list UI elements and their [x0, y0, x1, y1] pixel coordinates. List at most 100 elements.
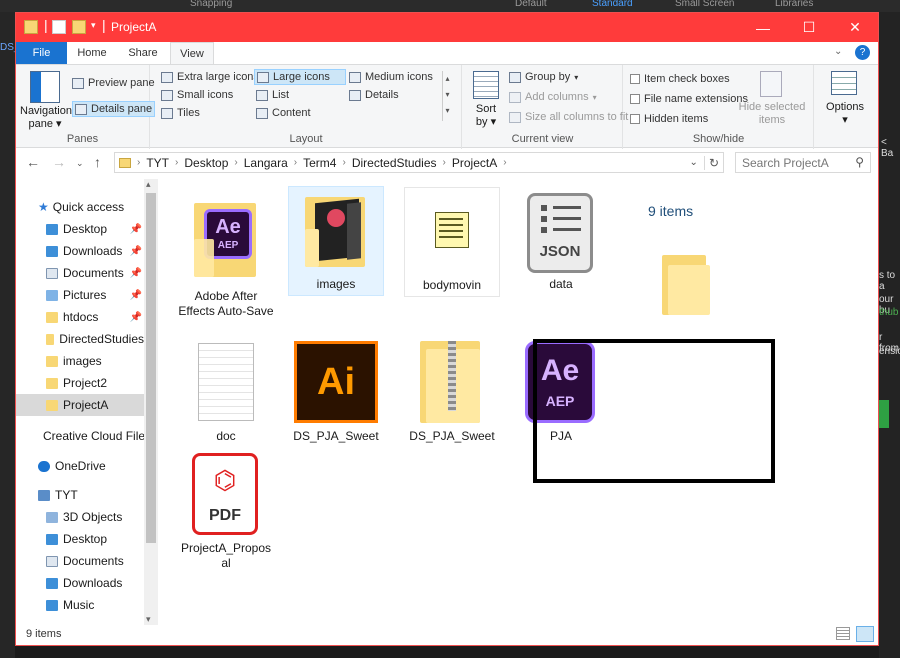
breadcrumb-item[interactable]: DirectedStudies: [352, 156, 437, 170]
maximize-button[interactable]: ☐: [786, 13, 832, 42]
pin-icon[interactable]: 📌: [130, 290, 142, 301]
nav-pc-desktop[interactable]: Desktop: [46, 528, 144, 550]
chevron-right-icon: ›: [175, 157, 179, 168]
nav-scrollbar[interactable]: ▴ ▾: [144, 179, 158, 625]
nav-item-projecta[interactable]: ProjectA: [16, 394, 144, 416]
search-icon: ⚲: [855, 155, 864, 169]
large-icons-view-icon[interactable]: [856, 626, 874, 642]
scroll-up-icon[interactable]: ▴: [146, 179, 151, 190]
file-item[interactable]: DS_PJA_Sweet: [404, 339, 500, 444]
file-item[interactable]: images: [288, 186, 384, 296]
hidden-items-toggle[interactable]: Hidden items: [630, 113, 708, 125]
nav-item-directedstudies[interactable]: DirectedStudies: [46, 328, 144, 350]
file-item[interactable]: JSON data: [513, 187, 609, 292]
pin-icon[interactable]: 📌: [130, 246, 142, 257]
file-extensions-toggle[interactable]: File name extensions: [630, 93, 748, 105]
close-button[interactable]: ✕: [832, 13, 878, 42]
address-dropdown-icon[interactable]: ⌄: [690, 157, 698, 168]
tab-share[interactable]: Share: [118, 42, 168, 64]
sort-by-button[interactable]: Sort by ▾: [469, 103, 503, 129]
forward-icon[interactable]: →: [52, 154, 66, 170]
nav-pc-3d-objects[interactable]: 3D Objects: [46, 506, 144, 528]
help-icon[interactable]: ?: [855, 45, 870, 60]
nav-creative-cloud[interactable]: Creative Cloud Files: [38, 425, 144, 447]
collapse-ribbon-icon[interactable]: ⌄: [834, 46, 842, 57]
tiles-option[interactable]: Tiles: [161, 107, 200, 119]
option-label: Medium icons: [365, 71, 433, 83]
extra-large-icons-option[interactable]: Extra large icons: [161, 71, 259, 83]
breadcrumb-item[interactable]: Desktop: [184, 156, 228, 170]
folder-icon: [46, 355, 58, 367]
computer-icon: [38, 489, 50, 501]
add-columns-button[interactable]: Add columns ▾: [509, 91, 597, 103]
address-bar[interactable]: › TYT › Desktop › Langara › Term4 › Dire…: [114, 152, 724, 173]
file-item[interactable]: doc: [178, 339, 274, 444]
navigation-pane-button[interactable]: Navigation pane ▾: [20, 105, 72, 131]
preview-pane-button[interactable]: Preview pane: [72, 77, 155, 89]
recent-locations-icon[interactable]: ⌄: [76, 158, 84, 169]
file-extensions-checkbox[interactable]: [630, 94, 640, 104]
pin-icon[interactable]: 📌: [130, 224, 142, 235]
pin-icon[interactable]: 📌: [130, 312, 142, 323]
nav-pc-downloads[interactable]: Downloads: [46, 572, 144, 594]
customize-quick-access-icon[interactable]: ▾: [91, 20, 96, 31]
scroll-thumb[interactable]: [146, 193, 156, 543]
nav-item-downloads[interactable]: Downloads 📌: [46, 240, 144, 262]
up-icon[interactable]: ↑: [94, 154, 101, 170]
large-icons-option[interactable]: Large icons: [254, 69, 346, 85]
json-file-icon: JSON: [513, 187, 609, 275]
option-label: Content: [272, 107, 311, 119]
breadcrumb-item[interactable]: Term4: [303, 156, 336, 170]
tab-view[interactable]: View: [170, 42, 214, 64]
new-folder-icon[interactable]: [72, 20, 86, 34]
file-item[interactable]: ⌬ PDF ProjectA_Proposal: [178, 451, 274, 571]
nav-pc-music[interactable]: Music: [46, 594, 144, 616]
nav-this-pc[interactable]: TYT: [38, 484, 144, 506]
small-icons-option[interactable]: Small icons: [161, 89, 233, 101]
title-bar[interactable]: | ▾ | ProjectA — ☐ ✕: [16, 13, 878, 42]
nav-item-htdocs[interactable]: htdocs 📌: [46, 306, 144, 328]
details-pane-icon: [75, 103, 87, 115]
breadcrumb-item[interactable]: TYT: [146, 156, 169, 170]
search-input[interactable]: Search ProjectA ⚲: [735, 152, 871, 173]
refresh-icon[interactable]: ↻: [703, 155, 723, 170]
details-view-icon[interactable]: [836, 627, 850, 640]
medium-icons-option[interactable]: Medium icons: [349, 71, 433, 83]
scroll-down-icon[interactable]: ▾: [146, 614, 151, 625]
add-columns-icon: [509, 91, 521, 103]
hide-selected-button[interactable]: Hide selected items: [736, 101, 808, 127]
file-item[interactable]: bodymovin: [404, 187, 500, 297]
file-item[interactable]: Ai DS_PJA_Sweet: [288, 339, 384, 444]
details-option[interactable]: Details: [349, 89, 399, 101]
item-checkboxes-toggle[interactable]: Item check boxes: [630, 73, 730, 85]
group-by-button[interactable]: Group by ▾: [509, 71, 578, 83]
tab-home[interactable]: Home: [68, 42, 116, 64]
nav-item-documents[interactable]: Documents 📌: [46, 262, 144, 284]
breadcrumb-item[interactable]: ProjectA: [452, 156, 497, 170]
folder-icon: [119, 157, 131, 168]
pin-icon[interactable]: 📌: [130, 268, 142, 279]
nav-item-project2[interactable]: Project2: [46, 372, 144, 394]
options-button[interactable]: Options ▾: [815, 101, 875, 127]
bg-tab: Libraries: [775, 0, 814, 9]
minimize-button[interactable]: —: [740, 13, 786, 42]
item-checkboxes-checkbox[interactable]: [630, 74, 640, 84]
illustrator-file-icon: Ai: [288, 339, 384, 427]
breadcrumb-item[interactable]: Langara: [244, 156, 288, 170]
hidden-items-checkbox[interactable]: [630, 114, 640, 124]
size-columns-button[interactable]: Size all columns to fit: [509, 111, 628, 123]
properties-icon[interactable]: [52, 20, 66, 34]
nav-item-pictures[interactable]: Pictures 📌: [46, 284, 144, 306]
nav-pc-documents[interactable]: Documents: [46, 550, 144, 572]
nav-onedrive[interactable]: OneDrive: [38, 455, 144, 477]
list-option[interactable]: List: [256, 89, 289, 101]
details-pane-button[interactable]: Details pane: [72, 101, 156, 117]
nav-item-desktop[interactable]: Desktop 📌: [46, 218, 144, 240]
tab-file[interactable]: File: [16, 42, 67, 64]
bg-snippet: < Ba: [881, 137, 894, 159]
layout-scroll-icon[interactable]: ▴ ▾ ▾: [442, 71, 452, 121]
nav-item-images[interactable]: images: [46, 350, 144, 372]
back-icon[interactable]: ←: [26, 154, 40, 170]
file-item[interactable]: Ae AEP Adobe After Effects Auto-Save: [178, 191, 274, 319]
content-option[interactable]: Content: [256, 107, 311, 119]
